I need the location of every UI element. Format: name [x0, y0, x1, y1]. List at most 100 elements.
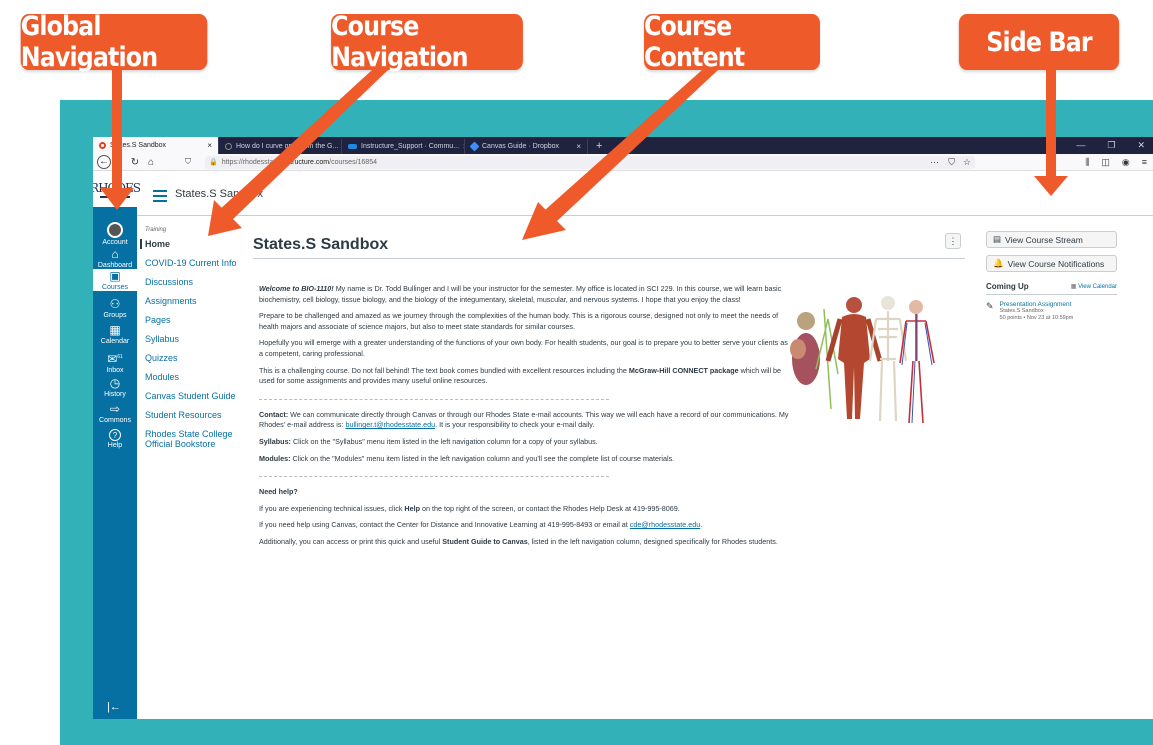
- sidebar: ▤ View Course Stream 🔔 View Course Notif…: [986, 231, 1117, 322]
- calendar-icon: ▦: [109, 323, 121, 337]
- help-icon: ?: [109, 429, 121, 441]
- back-icon[interactable]: ←: [97, 155, 111, 169]
- url-prefix: https://rhodesstate.: [221, 158, 282, 166]
- calendar-small-icon: ▦: [1070, 284, 1079, 290]
- global-nav-label: Commons: [99, 417, 131, 424]
- dashboard-icon: ⌂: [111, 247, 119, 261]
- tab-label: States.S Sandbox: [110, 142, 167, 149]
- help-paragraph: Additionally, you can access or print th…: [259, 536, 778, 546]
- global-nav-courses[interactable]: ▣ Courses: [93, 269, 137, 291]
- coming-up-event[interactable]: ✎ Presentation Assignment States.S Sandb…: [986, 301, 1117, 322]
- new-tab-icon[interactable]: +: [588, 140, 610, 152]
- bookmark-star-icon[interactable]: ☆: [963, 157, 971, 168]
- global-navigation: Account ⌂ Dashboard ▣ Courses ⚇ Groups ▦…: [93, 171, 137, 719]
- paragraph: Hopefully you will emerge with a greater…: [259, 338, 788, 358]
- library-icon[interactable]: ⫼: [1085, 157, 1089, 168]
- global-nav-inbox[interactable]: ✉61 Inbox: [93, 351, 137, 375]
- url-input[interactable]: 🔒 https://rhodesstate. instructure.com/co…: [205, 155, 975, 169]
- minimize-icon[interactable]: —: [1076, 140, 1085, 151]
- global-nav-label: Help: [107, 442, 123, 449]
- stream-icon: ▤: [993, 234, 1002, 244]
- help-heading: Need help?: [259, 487, 298, 497]
- global-nav-history[interactable]: ◷ History: [93, 376, 137, 399]
- breadcrumb-bar: States.S Sandbox: [137, 171, 1153, 216]
- course-nav-discussions[interactable]: Discussions: [145, 277, 240, 287]
- view-course-notifications-button[interactable]: 🔔 View Course Notifications: [986, 255, 1117, 272]
- paragraph: This is a challenging course. Do not fal…: [259, 365, 782, 386]
- sidebar-icon[interactable]: ◫: [1101, 157, 1110, 168]
- window-controls: — ❐ ✕: [1076, 140, 1153, 151]
- global-nav-dashboard[interactable]: ⌂ Dashboard: [93, 247, 137, 270]
- url-domain: instructure.com: [281, 158, 330, 166]
- coming-up-title: Coming Up: [986, 282, 1029, 291]
- course-nav-modules[interactable]: Modules: [145, 372, 240, 382]
- instructor-email-link[interactable]: bullinger.t@rhodesstate.edu: [345, 420, 435, 429]
- course-nav-assignments[interactable]: Assignments: [145, 296, 240, 306]
- global-nav-help[interactable]: ? Help: [93, 429, 137, 449]
- pocket-icon[interactable]: ⛉: [948, 157, 955, 168]
- course-nav-home[interactable]: Home: [140, 239, 240, 249]
- event-course: States.S Sandbox: [999, 308, 1044, 314]
- history-icon: ◷: [109, 376, 121, 390]
- home-icon[interactable]: ⌂: [143, 157, 159, 168]
- page-actions-menu-icon[interactable]: ···: [930, 157, 939, 167]
- forward-icon[interactable]: →: [111, 157, 127, 168]
- app-menu-icon[interactable]: ≡: [1142, 157, 1147, 168]
- close-tab-icon[interactable]: ×: [576, 142, 581, 151]
- callout-course-content: Course Content: [644, 11, 820, 73]
- browser-tab[interactable]: Canvas Guide · Dropbox ×: [465, 139, 588, 154]
- rhodes-logo[interactable]: RHODES: [93, 171, 141, 207]
- event-title[interactable]: Presentation Assignment: [1000, 301, 1074, 308]
- courses-icon: ▣: [109, 269, 121, 283]
- profile-icon[interactable]: ◉: [1122, 157, 1130, 168]
- course-nav-quizzes[interactable]: Quizzes: [145, 353, 240, 363]
- course-nav-subtitle: Training: [145, 227, 167, 233]
- lock-icon: 🔒: [209, 159, 218, 166]
- hamburger-menu-icon[interactable]: [153, 190, 167, 205]
- account-avatar-icon: [107, 222, 123, 238]
- inbox-badge: 61: [117, 354, 123, 360]
- welcome-paragraph: Welcome to BIO-1110! My name is Dr. Todd…: [259, 284, 782, 304]
- breadcrumb[interactable]: States.S Sandbox: [175, 188, 263, 200]
- reload-icon[interactable]: ↻: [127, 157, 143, 168]
- global-nav-calendar[interactable]: ▦ Calendar: [93, 323, 137, 346]
- course-nav-student-guide[interactable]: Canvas Student Guide: [145, 391, 240, 401]
- help-paragraph: If you are experiencing technical issues…: [259, 503, 680, 513]
- course-nav-covid[interactable]: COVID-19 Current Info: [145, 258, 240, 268]
- syllabus-paragraph: Syllabus: Click on the "Syllabus" menu i…: [259, 436, 598, 446]
- tab-label: Canvas Guide · Dropbox: [482, 143, 560, 150]
- close-tab-icon[interactable]: ×: [207, 141, 212, 150]
- global-nav-commons[interactable]: ⇨ Commons: [93, 403, 137, 425]
- page-options-kebab-icon[interactable]: ⋮: [945, 233, 961, 249]
- course-nav-pages[interactable]: Pages: [145, 315, 240, 325]
- browser-tab[interactable]: How do I curve grades in the G...: [219, 139, 342, 154]
- browser-tab-active[interactable]: States.S Sandbox ×: [93, 137, 219, 154]
- course-nav-bookstore[interactable]: Rhodes State College Official Bookstore: [145, 429, 240, 449]
- assignment-icon: ✎: [986, 301, 994, 311]
- event-meta: 50 points • Nov 23 at 10:59pm: [999, 315, 1074, 321]
- tab-label: Instructure_Support · Commu...: [361, 143, 460, 150]
- view-calendar-link[interactable]: ▦ View Calendar: [1071, 283, 1117, 290]
- collapse-nav-icon[interactable]: |←: [107, 701, 121, 713]
- maximize-icon[interactable]: ❐: [1107, 140, 1115, 151]
- dashed-divider: [259, 476, 609, 478]
- shield-icon[interactable]: ⛉: [185, 157, 191, 167]
- browser-tab[interactable]: Instructure_Support · Commu... ×: [342, 139, 465, 154]
- page-title: States.S Sandbox: [253, 236, 389, 253]
- global-nav-account[interactable]: Account: [93, 222, 137, 246]
- course-content: States.S Sandbox: [253, 227, 963, 254]
- callout-global-navigation: Global Navigation: [20, 11, 208, 73]
- cde-email-link[interactable]: cde@rhodesstate.edu: [630, 520, 700, 529]
- close-window-icon[interactable]: ✕: [1137, 140, 1145, 151]
- canvas-favicon-icon: [99, 142, 106, 149]
- inbox-icon: ✉61: [107, 352, 123, 366]
- instructure-favicon-icon: [348, 144, 357, 149]
- global-nav-groups[interactable]: ⚇ Groups: [93, 298, 137, 320]
- course-nav-syllabus[interactable]: Syllabus: [145, 334, 240, 344]
- view-course-stream-button[interactable]: ▤ View Course Stream: [986, 231, 1117, 248]
- course-nav-student-resources[interactable]: Student Resources: [145, 410, 240, 420]
- global-nav-label: Dashboard: [97, 262, 133, 269]
- help-paragraph: If you need help using Canvas, contact t…: [259, 520, 703, 530]
- global-nav-label: Courses: [101, 284, 129, 291]
- button-label: View Course Notifications: [1007, 258, 1105, 269]
